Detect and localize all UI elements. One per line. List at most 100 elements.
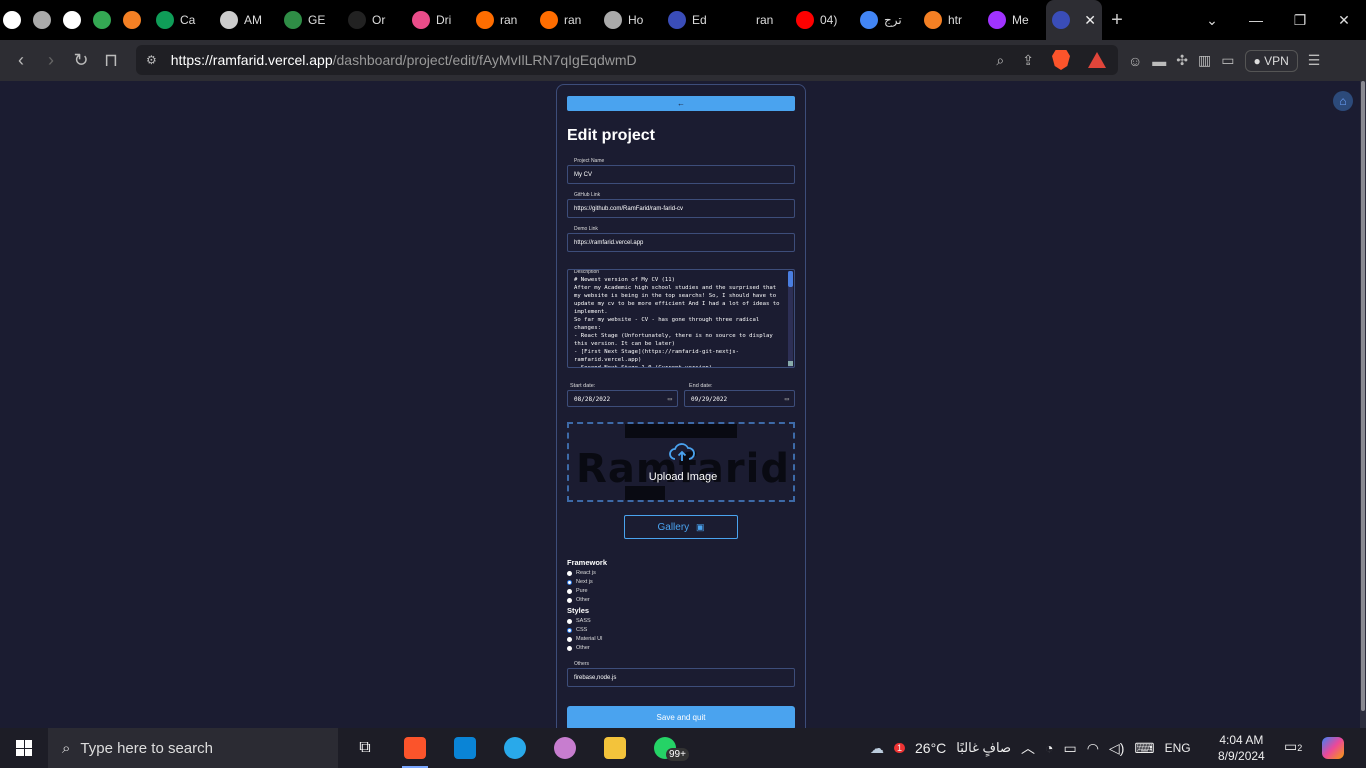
save-and-quit-button[interactable]: Save and quit <box>567 706 795 730</box>
brave-shields-icon[interactable] <box>1052 50 1070 70</box>
extensions-puzzle-icon[interactable]: ✣ <box>1176 52 1188 69</box>
tab-search-chevron-icon[interactable]: ⌄ <box>1190 12 1234 29</box>
restore-button[interactable]: ❐ <box>1278 12 1322 29</box>
tab-2[interactable] <box>60 0 90 40</box>
tab-0[interactable] <box>0 0 30 40</box>
radio-other[interactable]: Other <box>567 596 590 604</box>
task-view-icon[interactable]: ⧉ <box>340 728 390 768</box>
tab-13[interactable]: Ed <box>662 0 726 40</box>
share-icon[interactable]: ⇪ <box>1022 52 1034 69</box>
zoom-icon[interactable]: ⌕ <box>996 52 1004 69</box>
weather-description[interactable]: صافٍ غالبًا <box>956 740 1011 756</box>
clock[interactable]: 4:04 AM 8/9/2024 <box>1218 732 1265 764</box>
radio-next-js[interactable]: Next js <box>567 578 593 586</box>
taskbar-search[interactable]: ⌕ Type here to search <box>48 728 338 768</box>
keyboard-icon[interactable]: ⌨ <box>1134 740 1154 757</box>
tab-17[interactable]: htr <box>918 0 982 40</box>
tab-9[interactable]: Dri <box>406 0 470 40</box>
camera-icon[interactable]: ◔ <box>1045 740 1053 756</box>
wifi-icon[interactable]: ◠ <box>1087 740 1099 757</box>
radio-other[interactable]: Other <box>567 644 590 652</box>
tab-1[interactable] <box>30 0 60 40</box>
back-button[interactable]: ← <box>567 96 795 111</box>
radio-dot[interactable] <box>567 579 572 585</box>
copilot-icon[interactable] <box>1322 737 1344 759</box>
brave-app[interactable] <box>390 728 440 768</box>
meet-icon[interactable]: ▭ <box>1063 740 1076 757</box>
end-date-input[interactable]: 09/29/2022 ▭ <box>684 390 795 407</box>
vscode-app[interactable] <box>440 728 490 768</box>
description-textarea[interactable]: Description # Newest version of My CV (1… <box>567 269 795 368</box>
calendar-icon[interactable]: ▭ <box>785 395 789 403</box>
show-hidden-icons[interactable]: ︿ <box>1021 738 1035 758</box>
others-field[interactable]: Others firebase,node.js <box>567 661 795 687</box>
radio-dot[interactable] <box>567 570 572 576</box>
weather-temp[interactable]: 26°C <box>915 740 946 756</box>
address-bar[interactable]: ⚙ https://ramfarid.vercel.app/dashboard/… <box>136 45 1118 75</box>
url-text[interactable]: https://ramfarid.vercel.app/dashboard/pr… <box>171 52 637 68</box>
search-icon: ⌕ <box>62 739 71 757</box>
minimize-button[interactable]: — <box>1234 12 1278 28</box>
radio-dot[interactable] <box>567 645 572 651</box>
radio-sass[interactable]: SASS <box>567 617 591 625</box>
radio-dot[interactable] <box>567 597 572 603</box>
radio-dot[interactable] <box>567 618 572 624</box>
page-scrollbar[interactable] <box>1360 81 1366 728</box>
radio-css[interactable]: CSS <box>567 626 587 634</box>
tab-10[interactable]: ran <box>470 0 534 40</box>
radio-dot[interactable] <box>567 588 572 594</box>
tab-3[interactable] <box>90 0 120 40</box>
site-settings-icon[interactable]: ⚙ <box>146 53 157 67</box>
start-button[interactable] <box>0 728 48 768</box>
volume-icon[interactable]: ◁) <box>1109 740 1124 757</box>
start-date-input[interactable]: 08/28/2022 ▭ <box>567 390 678 407</box>
home-icon[interactable]: ⌂ <box>1333 91 1353 111</box>
resize-handle-icon[interactable] <box>788 361 793 366</box>
forward-icon[interactable]: › <box>36 50 66 71</box>
demo-link-field[interactable]: Demo Link https://ramfarid.vercel.app <box>567 226 795 252</box>
new-tab-button[interactable]: + <box>1102 9 1132 32</box>
tab-6[interactable]: AM <box>214 0 278 40</box>
tab-15[interactable]: 04) <box>790 0 854 40</box>
back-icon[interactable]: ‹ <box>6 50 36 71</box>
calendar-icon[interactable]: ▭ <box>668 395 672 403</box>
radio-react-js[interactable]: React js <box>567 569 596 577</box>
github-link-field[interactable]: GitHub Link https://github.com/RamFarid/… <box>567 192 795 218</box>
close-window-button[interactable]: ✕ <box>1322 12 1366 29</box>
extension-icon[interactable]: ▬ <box>1152 53 1166 69</box>
file-explorer-app[interactable] <box>590 728 640 768</box>
bookmark-icon[interactable]: ⊓ <box>96 50 126 71</box>
reload-icon[interactable]: ↻ <box>66 50 96 71</box>
tab-7[interactable]: GE <box>278 0 342 40</box>
tab-8[interactable]: Or <box>342 0 406 40</box>
notifications-button[interactable]: ▭2 <box>1284 738 1302 755</box>
language-indicator[interactable]: ENG <box>1165 741 1191 755</box>
tab-18[interactable]: Me <box>982 0 1046 40</box>
upload-image-dropzone[interactable]: Ramfarid Upload Image <box>567 422 795 502</box>
radio-dot[interactable] <box>567 636 572 642</box>
radio-pure[interactable]: Pure <box>567 587 588 595</box>
gallery-button[interactable]: Gallery ▣ <box>624 515 738 539</box>
vpn-button[interactable]: ● VPN <box>1244 49 1298 72</box>
tab-11[interactable]: ran <box>534 0 598 40</box>
menu-icon[interactable]: ☰ <box>1308 52 1321 69</box>
description-scrollbar[interactable] <box>788 271 793 367</box>
telegram-app[interactable] <box>490 728 540 768</box>
tab-4[interactable] <box>120 0 150 40</box>
tab-19[interactable]: ✕ <box>1046 0 1102 40</box>
whatsapp-app[interactable]: 99+ <box>640 728 690 768</box>
weather-icon[interactable]: ☁ <box>870 740 884 757</box>
tab-5[interactable]: Ca <box>150 0 214 40</box>
tab-12[interactable]: Ho <box>598 0 662 40</box>
project-name-field[interactable]: Project Name My CV <box>567 158 795 184</box>
reader-icon[interactable]: ☺ <box>1128 53 1142 69</box>
wallet-icon[interactable]: ▭ <box>1221 52 1234 69</box>
sidebar-icon[interactable]: ▥ <box>1198 52 1211 69</box>
radio-material-ui[interactable]: Material UI <box>567 635 603 643</box>
brave-rewards-icon[interactable] <box>1088 52 1106 68</box>
tab-14[interactable]: ran <box>726 0 790 40</box>
tab-16[interactable]: ترج <box>854 0 918 40</box>
close-tab-icon[interactable]: ✕ <box>1084 12 1096 29</box>
radio-dot[interactable] <box>567 627 572 633</box>
media-player-app[interactable] <box>540 728 590 768</box>
